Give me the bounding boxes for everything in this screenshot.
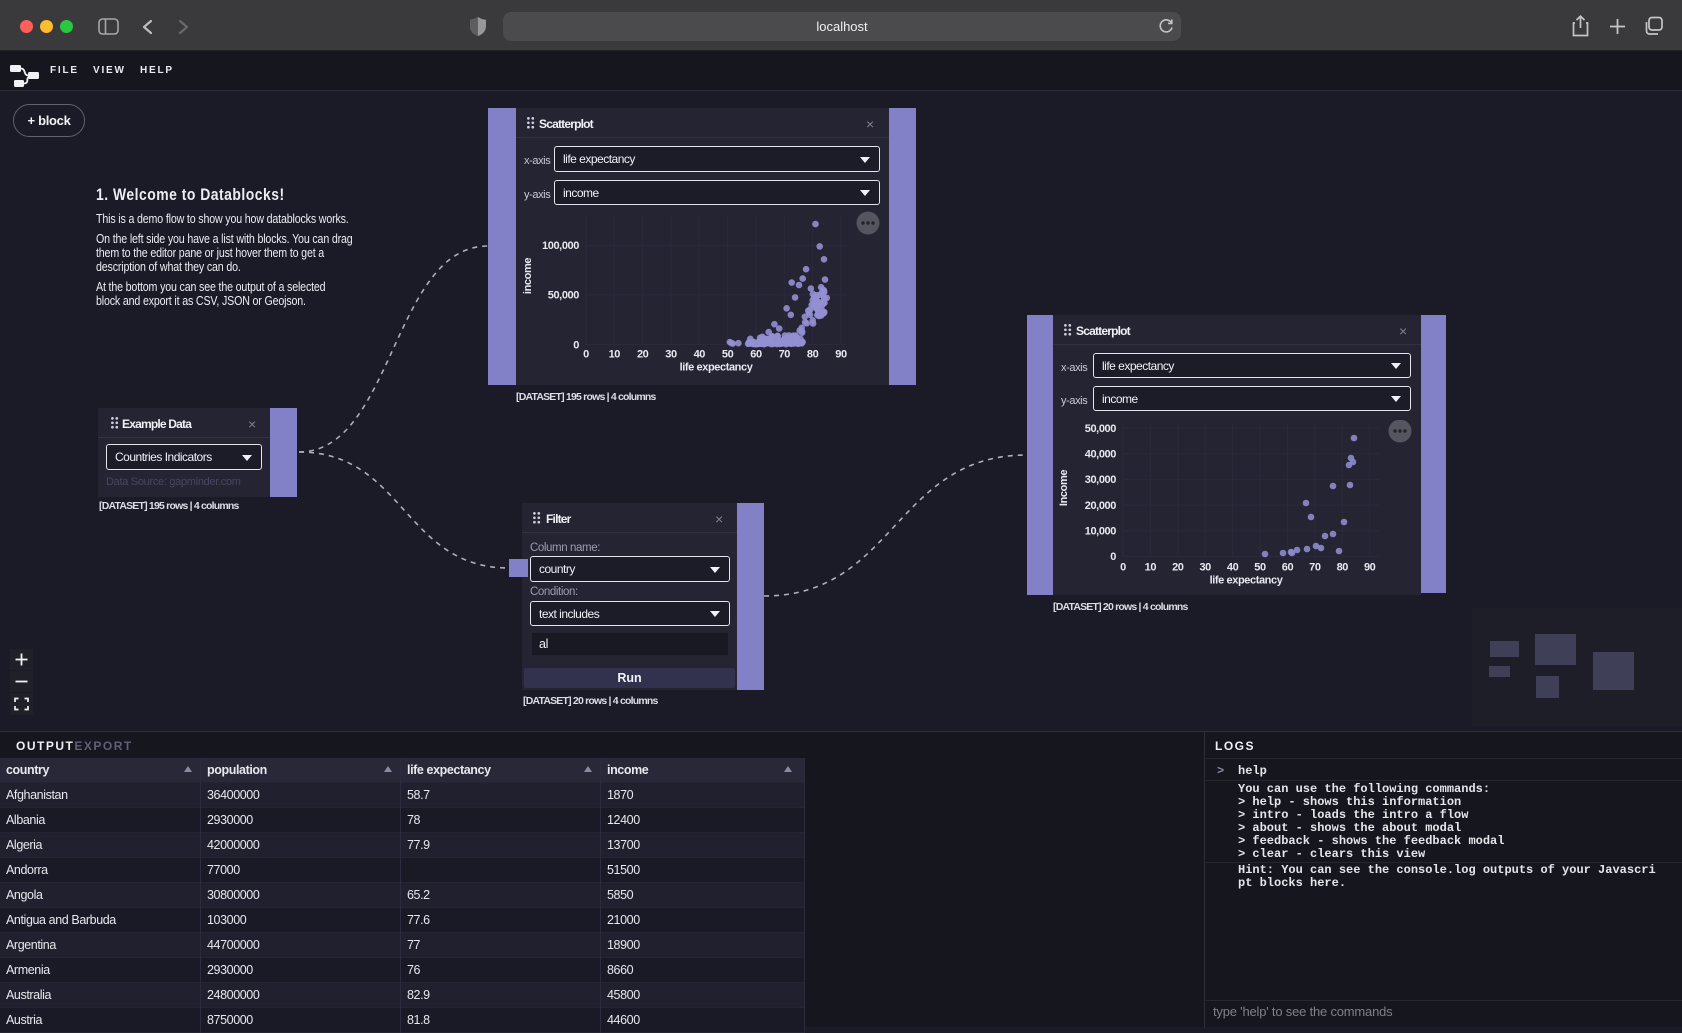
svg-text:90: 90 xyxy=(1364,562,1376,574)
svg-text:40: 40 xyxy=(694,349,706,361)
svg-text:0: 0 xyxy=(1120,562,1126,574)
svg-text:50: 50 xyxy=(722,349,734,361)
svg-text:50: 50 xyxy=(1254,562,1266,574)
svg-text:80: 80 xyxy=(807,349,819,361)
svg-text:20,000: 20,000 xyxy=(1085,500,1117,512)
svg-text:life expectancy: life expectancy xyxy=(680,362,754,374)
svg-text:60: 60 xyxy=(750,349,762,361)
svg-text:50,000: 50,000 xyxy=(1085,423,1117,435)
svg-text:60: 60 xyxy=(1282,562,1294,574)
svg-text:50,000: 50,000 xyxy=(548,290,580,302)
svg-text:40: 40 xyxy=(1227,562,1239,574)
svg-text:70: 70 xyxy=(779,349,791,361)
svg-text:80: 80 xyxy=(1337,562,1349,574)
svg-text:30: 30 xyxy=(665,349,677,361)
svg-text:90: 90 xyxy=(835,349,847,361)
svg-text:100,000: 100,000 xyxy=(542,240,579,252)
svg-text:0: 0 xyxy=(573,339,579,351)
svg-text:20: 20 xyxy=(637,349,649,361)
svg-text:40,000: 40,000 xyxy=(1085,449,1117,461)
svg-text:10: 10 xyxy=(1145,562,1157,574)
svg-text:life expectancy: life expectancy xyxy=(1210,575,1284,587)
svg-text:Income: Income xyxy=(1058,470,1070,506)
svg-text:10: 10 xyxy=(609,349,621,361)
svg-text:20: 20 xyxy=(1172,562,1184,574)
svg-text:30: 30 xyxy=(1199,562,1211,574)
svg-text:10,000: 10,000 xyxy=(1085,526,1117,538)
svg-text:0: 0 xyxy=(1110,551,1116,563)
svg-text:0: 0 xyxy=(583,349,589,361)
svg-text:income: income xyxy=(522,258,534,294)
svg-text:70: 70 xyxy=(1309,562,1321,574)
svg-text:30,000: 30,000 xyxy=(1085,474,1117,486)
